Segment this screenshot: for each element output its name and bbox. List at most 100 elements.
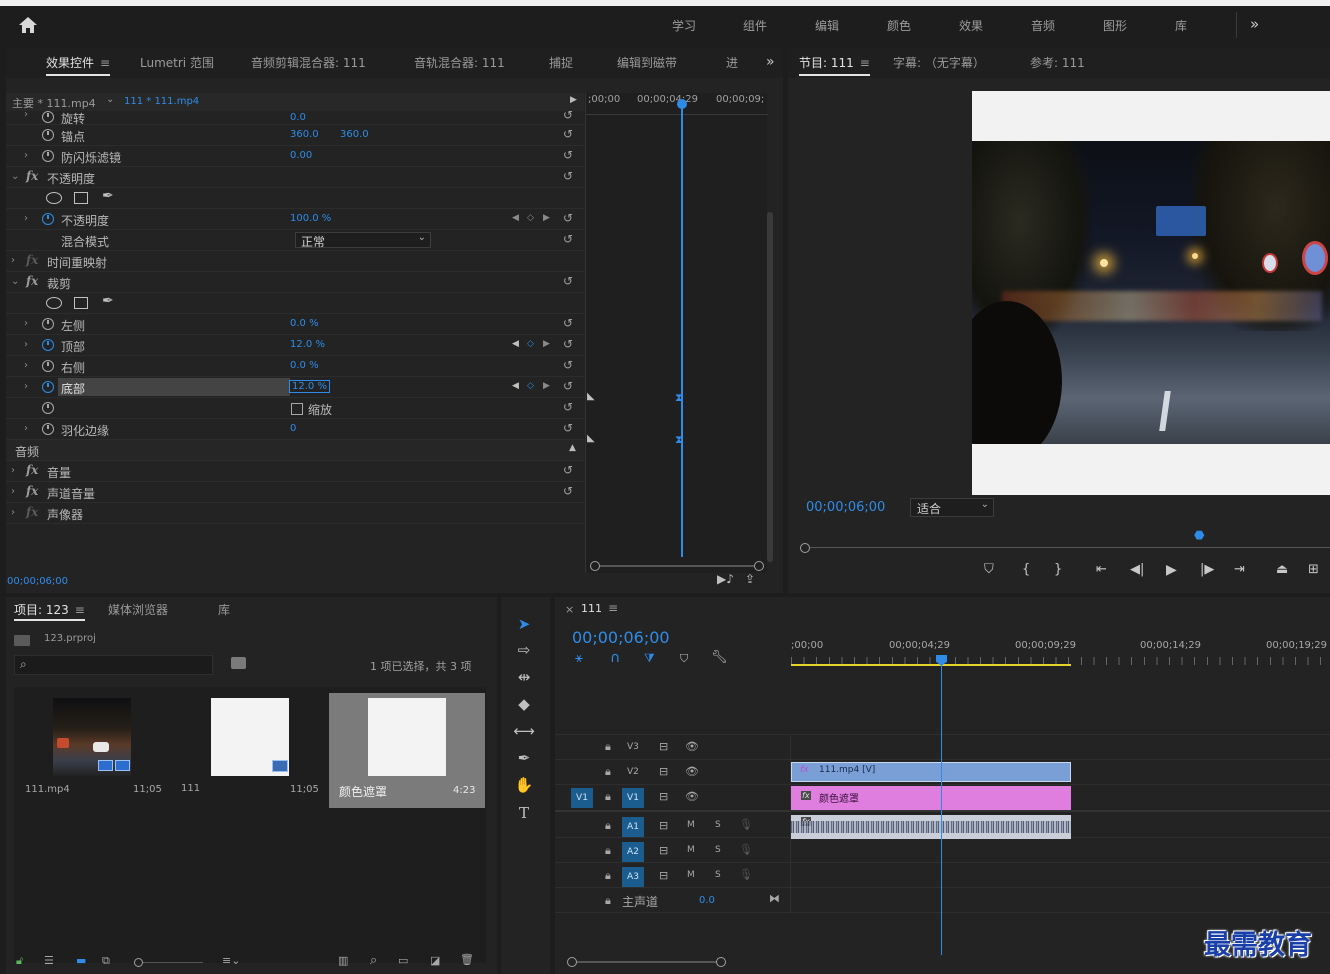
reset-icon[interactable]: ↺ (563, 484, 573, 498)
expand-chevron-icon[interactable]: › (11, 486, 15, 497)
rectangle-mask-icon[interactable] (74, 192, 88, 204)
stopwatch-icon[interactable] (42, 402, 54, 414)
reset-icon[interactable]: ↺ (563, 148, 573, 162)
mute-button[interactable]: M (687, 845, 695, 855)
list-view-icon[interactable]: ☰ (44, 954, 54, 967)
scrub-playhead-icon[interactable]: ⬣ (1194, 528, 1204, 542)
timeline-playhead[interactable] (941, 665, 942, 955)
sync-lock-icon[interactable]: ⊟ (659, 765, 668, 778)
collapse-chevron-icon[interactable]: ⌄ (11, 276, 19, 287)
razor-tool-icon[interactable]: ◆ (513, 693, 535, 715)
sync-lock-icon[interactable]: ⊟ (659, 869, 668, 882)
close-icon[interactable]: × (565, 603, 574, 616)
solo-button[interactable]: S (715, 845, 721, 855)
tab-capture[interactable]: 捕捉 (549, 48, 573, 78)
export-frame-icon[interactable]: ⇪ (745, 572, 755, 586)
lift-icon[interactable]: ⏏ (1276, 562, 1288, 577)
ec-playhead[interactable] (681, 101, 683, 557)
reset-icon[interactable]: ↺ (563, 421, 573, 435)
tab-audio-track-mixer[interactable]: 音轨混合器: 111 (414, 48, 505, 78)
mark-out-icon[interactable]: } (1054, 562, 1062, 577)
selection-tool-icon[interactable]: ➤ (513, 613, 535, 635)
reset-icon[interactable]: ↺ (563, 274, 573, 288)
expand-chevron-icon[interactable]: › (24, 360, 28, 371)
add-keyframe-icon[interactable]: ◇ (527, 339, 534, 349)
program-video-frame[interactable] (972, 91, 1330, 495)
track-target-v1[interactable]: V1 (622, 788, 644, 808)
zoom-checkbox[interactable] (291, 403, 303, 415)
fx-badge-icon[interactable]: fx (26, 463, 38, 477)
freeform-view-icon[interactable]: ⧉ (102, 954, 110, 968)
icon-view-icon[interactable]: ▬ (76, 954, 86, 967)
scroll-handle[interactable] (590, 561, 600, 571)
trash-icon[interactable]: 🗑︎ (460, 953, 474, 966)
workspace-tab-effects[interactable]: 效果 (959, 17, 983, 34)
prev-keyframe-icon[interactable]: ◀ (512, 339, 519, 349)
sync-lock-icon[interactable]: ⊟ (659, 819, 668, 832)
track-target-a1[interactable]: A1 (622, 817, 644, 837)
eye-icon[interactable]: 👁︎ (685, 765, 699, 778)
scroll-handle[interactable] (567, 957, 577, 967)
anchor-x-value[interactable]: 360.0 (290, 129, 319, 140)
project-item-selected[interactable]: 颜色遮罩 4:23 (329, 693, 485, 808)
fx-badge-icon[interactable]: fx (26, 169, 38, 183)
prev-keyframe-icon[interactable]: ◀ (512, 381, 519, 391)
crop-top-value[interactable]: 12.0 % (290, 339, 325, 350)
new-item-icon[interactable]: ◪ (430, 954, 440, 967)
fx-badge-icon[interactable]: fx (26, 484, 38, 498)
next-keyframe-icon[interactable]: ▶ (543, 213, 550, 223)
reset-icon[interactable]: ↺ (563, 211, 573, 225)
tab-captions[interactable]: 字幕: （无字幕） (893, 48, 985, 78)
expand-chevron-icon[interactable]: › (24, 381, 28, 392)
workspace-tab-learn[interactable]: 学习 (672, 17, 696, 34)
lock-icon[interactable]: 🔒︎ (605, 894, 611, 908)
workspace-tab-audio[interactable]: 音频 (1031, 17, 1055, 34)
fx-badge-icon[interactable]: fx (26, 253, 38, 267)
tab-overflow-partial[interactable]: 进 (726, 48, 738, 78)
stopwatch-icon[interactable] (42, 111, 54, 123)
find-icon[interactable]: ⌕ (370, 953, 377, 968)
settings-wrench-icon[interactable]: 🔧︎ (711, 650, 728, 665)
lock-icon[interactable]: 🔒︎ (605, 844, 611, 858)
tab-lumetri-scopes[interactable]: Lumetri 范围 (140, 48, 214, 78)
stopwatch-icon[interactable] (42, 129, 54, 141)
solo-button[interactable]: S (715, 870, 721, 880)
go-to-in-icon[interactable]: ⇤ (1096, 562, 1107, 577)
ec-zoom-scrollbar[interactable] (590, 561, 764, 571)
expand-chevron-icon[interactable]: › (24, 150, 28, 161)
expand-chevron-icon[interactable]: › (24, 213, 28, 224)
tab-program[interactable]: 节目: 111 ≡ (799, 48, 870, 78)
pen-mask-icon[interactable]: ✒ (102, 188, 114, 204)
insert-nested-icon[interactable]: ⧩ (644, 651, 655, 666)
clip-v2-video[interactable]: fx 111.mp4 [V] (791, 762, 1071, 782)
stopwatch-icon[interactable] (42, 360, 54, 372)
play-clip-audio-icon[interactable]: ▶ (570, 95, 577, 105)
track-select-tool-icon[interactable]: ⇨ (513, 639, 535, 661)
fx-badge-icon[interactable]: fx (26, 274, 38, 288)
track-target-a2[interactable]: A2 (622, 842, 644, 862)
reset-icon[interactable]: ↺ (563, 400, 573, 414)
timeline-ruler[interactable]: ;00;00 00;00;04;29 00;00;09;29 00;00;14;… (791, 635, 1330, 669)
reset-icon[interactable]: ↺ (563, 379, 573, 393)
pen-tool-icon[interactable]: ✒ (513, 747, 535, 769)
fit-select[interactable]: 适合 ⌄ (910, 498, 994, 517)
reset-icon[interactable]: ↺ (563, 169, 573, 183)
ec-current-time[interactable]: 00;00;06;00 (7, 576, 68, 587)
thumb-size-slider-handle[interactable] (134, 958, 143, 967)
panel-menu-icon[interactable]: ≡ (860, 56, 870, 70)
reset-icon[interactable]: ↺ (563, 108, 573, 122)
track-target-a3[interactable]: A3 (622, 867, 644, 887)
solo-button[interactable]: S (715, 820, 721, 830)
work-area-bar[interactable] (791, 664, 1071, 666)
source-patch-v1[interactable]: V1 (571, 788, 593, 808)
pen-mask-icon[interactable]: ✒ (102, 293, 114, 309)
timeline-timecode[interactable]: 00;00;06;00 (572, 628, 670, 647)
sync-lock-icon[interactable]: ⊟ (659, 790, 668, 803)
microphone-icon[interactable]: 🎙︎ (739, 818, 753, 831)
lock-icon[interactable]: 🔓︎ (16, 954, 23, 968)
tab-edit-to-tape[interactable]: 编辑到磁带 (617, 48, 677, 78)
timeline-zoom-scrollbar[interactable] (567, 957, 727, 967)
program-scrub-bar[interactable]: ⬣ (800, 528, 1330, 554)
play-audio-only-icon[interactable]: ▶♪ (717, 572, 734, 586)
ec-vertical-scrollbar[interactable] (767, 212, 773, 562)
